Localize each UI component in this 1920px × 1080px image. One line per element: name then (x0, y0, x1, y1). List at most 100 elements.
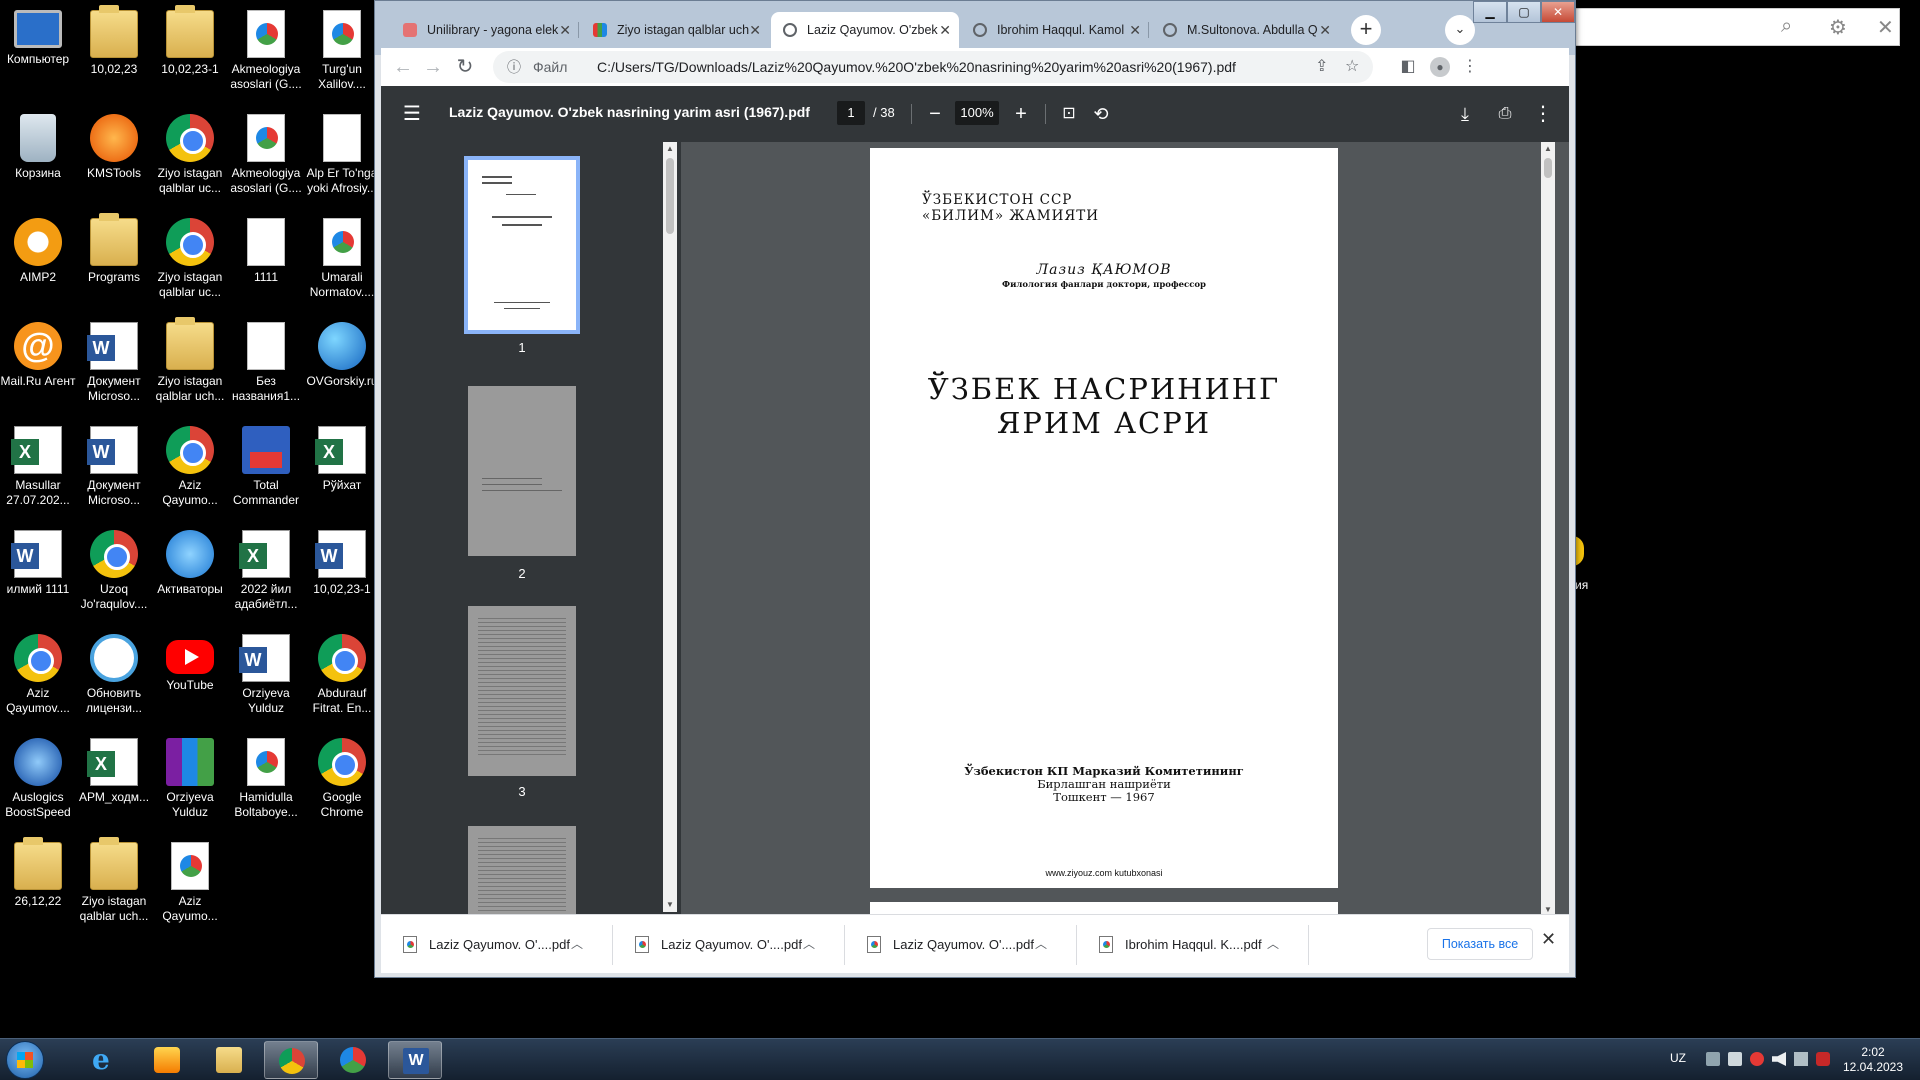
close-tab-icon[interactable]: ✕ (1319, 12, 1331, 48)
info-icon[interactable]: ⓘ (507, 51, 521, 83)
search-icon[interactable]: ⌕ (1781, 15, 1792, 38)
minimize-button[interactable]: ▁ (1473, 1, 1507, 23)
start-button[interactable] (6, 1041, 44, 1079)
tab-ibrohim-haqqul[interactable]: Ibrohim Haqqul. Kamol ✕ (961, 12, 1149, 48)
forward-button[interactable]: → (419, 54, 447, 80)
zoom-in-icon[interactable]: + (1007, 100, 1035, 128)
desktop-icon[interactable]: Рўйхат (304, 420, 380, 520)
desktop-icon[interactable]: Abdurauf Fitrat. En... (304, 628, 380, 728)
desktop-icon[interactable]: Umarali Normatov.... (304, 212, 380, 312)
document-area[interactable]: ЎЗБЕКИСТОН ССР «БИЛИМ» ЖАМИЯТИ Лазиз ҚАЮ… (681, 142, 1555, 973)
close-icon[interactable]: ✕ (1877, 15, 1894, 40)
tab-ziyo[interactable]: Ziyo istagan qalblar uch ✕ (581, 12, 769, 48)
desktop-icon[interactable]: Alp Er To'nga yoki Afrosiy... (304, 108, 380, 208)
clock[interactable]: 2:02 12.04.2023 (1838, 1045, 1908, 1075)
thumbnail-page-1[interactable] (464, 156, 580, 334)
desktop-icon[interactable]: 26,12,22 (0, 836, 76, 936)
speaker-icon[interactable] (1772, 1052, 1786, 1066)
language-indicator[interactable]: UZ (1670, 1051, 1686, 1065)
download-item[interactable]: Laziz Qayumov. O'....pdf ︿ (845, 915, 1077, 974)
taskbar-chrome[interactable] (264, 1041, 318, 1079)
browser-menu-icon[interactable]: ⋮ (1457, 54, 1483, 80)
desktop-icon[interactable]: 10,02,23 (76, 4, 152, 104)
chevron-up-icon[interactable]: ︿ (1267, 915, 1279, 974)
print-icon[interactable]: ⎙ (1491, 100, 1519, 128)
desktop-icon[interactable]: 10,02,23-1 (152, 4, 228, 104)
close-tab-icon[interactable]: ✕ (749, 12, 761, 48)
address-bar[interactable]: ⓘ Файл C:/Users/TG/Downloads/Laziz%20Qay… (493, 51, 1373, 83)
desktop-icon[interactable]: Aziz Qayumo... (152, 420, 228, 520)
scroll-up-icon[interactable]: ▲ (1541, 142, 1555, 156)
desktop-icon[interactable]: Aziz Qayumo... (152, 836, 228, 936)
bookmark-star-icon[interactable]: ☆ (1345, 51, 1359, 83)
desktop-icon[interactable]: Orziyeva Yulduz (152, 732, 228, 832)
desktop-icon[interactable]: илмий 1111 (0, 524, 76, 624)
profile-avatar[interactable]: ● (1427, 54, 1453, 80)
alert-icon[interactable] (1750, 1052, 1764, 1066)
desktop-icon[interactable]: Обновить лицензи... (76, 628, 152, 728)
desktop-icon[interactable]: Turg'un Xalilov.... (304, 4, 380, 104)
zoom-out-icon[interactable]: − (921, 100, 949, 128)
back-button[interactable]: ← (389, 54, 417, 80)
desktop-icon[interactable]: Akmeologiya asoslari (G.... (228, 4, 304, 104)
desktop-icon[interactable]: Без названия1... (228, 316, 304, 416)
flag-icon[interactable] (1794, 1052, 1808, 1066)
maximize-button[interactable]: ▢ (1507, 1, 1541, 23)
desktop-icon[interactable]: Total Commander (228, 420, 304, 520)
desktop-icon[interactable]: Ziyo istagan qalblar uch... (76, 836, 152, 936)
thumbnail-page-3[interactable] (468, 606, 576, 776)
desktop-icon[interactable]: Корзина (0, 108, 76, 208)
desktop-icon[interactable]: Документ Microso... (76, 316, 152, 416)
thumbnail-scrollbar[interactable]: ▲ ▼ (663, 142, 677, 912)
share-icon[interactable]: ⇪ (1315, 51, 1328, 83)
tab-search-button[interactable]: ⌄ (1445, 15, 1475, 45)
desktop-icon[interactable]: Programs (76, 212, 152, 312)
desktop-icon[interactable]: @ Mail.Ru Агент (0, 316, 76, 416)
close-download-bar-icon[interactable]: ✕ (1541, 929, 1556, 950)
desktop-icon[interactable]: 2022 йил адабиётл... (228, 524, 304, 624)
scrollbar-thumb[interactable] (666, 158, 674, 234)
page-number-input[interactable]: 1 (837, 101, 865, 125)
desktop-icon[interactable]: Активаторы (152, 524, 228, 624)
download-item[interactable]: Laziz Qayumov. O'....pdf ︿ (613, 915, 845, 974)
desktop-icon[interactable]: AIMP2 (0, 212, 76, 312)
document-scrollbar[interactable]: ▲ ▼ (1541, 142, 1555, 917)
tab-sultonova[interactable]: M.Sultonova. Abdulla Q ✕ (1151, 12, 1339, 48)
fit-page-icon[interactable]: ⊡ (1055, 100, 1083, 128)
desktop-icon[interactable]: Uzoq Jo'raqulov.... (76, 524, 152, 624)
download-icon[interactable]: ⤓ (1451, 100, 1479, 128)
desktop-icon[interactable]: Akmeologiya asoslari (G.... (228, 108, 304, 208)
taskbar-word[interactable]: W (388, 1041, 442, 1079)
shield-icon[interactable] (1816, 1052, 1830, 1066)
desktop-icon[interactable]: Ziyo istagan qalblar uc... (152, 212, 228, 312)
monitor-icon[interactable] (1728, 1052, 1742, 1066)
reload-button[interactable]: ↻ (451, 54, 479, 80)
taskbar-internet-explorer[interactable]: e (78, 1041, 132, 1079)
zoom-input[interactable]: 100% (955, 101, 999, 125)
desktop-icon[interactable]: KMSTools (76, 108, 152, 208)
desktop-icon[interactable]: Ziyo istagan qalblar uc... (152, 108, 228, 208)
show-all-downloads-button[interactable]: Показать все (1427, 928, 1533, 960)
thumbnail-page-2[interactable] (468, 386, 576, 556)
scrollbar-thumb[interactable] (1544, 158, 1552, 178)
desktop-icon[interactable]: Документ Microso... (76, 420, 152, 520)
desktop-icon[interactable]: Aziz Qayumov.... (0, 628, 76, 728)
close-window-button[interactable]: ✕ (1541, 1, 1575, 23)
close-tab-icon[interactable]: ✕ (939, 12, 951, 48)
taskbar-media-player[interactable] (140, 1041, 194, 1079)
desktop-icon[interactable]: 1111 (228, 212, 304, 312)
desktop-icon[interactable]: Google Chrome (304, 732, 380, 832)
chevron-up-icon[interactable]: ︿ (571, 915, 583, 974)
taskbar-file-explorer[interactable] (202, 1041, 256, 1079)
desktop-icon[interactable]: Ziyo istagan qalblar uch... (152, 316, 228, 416)
desktop-icon[interactable]: АРМ_ходм... (76, 732, 152, 832)
new-tab-button[interactable]: + (1351, 15, 1381, 45)
taskbar-pdf-reader[interactable] (326, 1041, 380, 1079)
network-icon[interactable] (1706, 1052, 1720, 1066)
scroll-down-icon[interactable]: ▼ (663, 898, 677, 912)
more-options-icon[interactable]: ⋮ (1529, 100, 1557, 128)
download-item[interactable]: Ibrohim Haqqul. K....pdf ︿ (1077, 915, 1309, 974)
gear-icon[interactable]: ⚙ (1829, 15, 1847, 40)
url-text[interactable]: C:/Users/TG/Downloads/Laziz%20Qayumov.%2… (597, 51, 1236, 83)
download-item[interactable]: Laziz Qayumov. O'....pdf ︿ (381, 915, 613, 974)
